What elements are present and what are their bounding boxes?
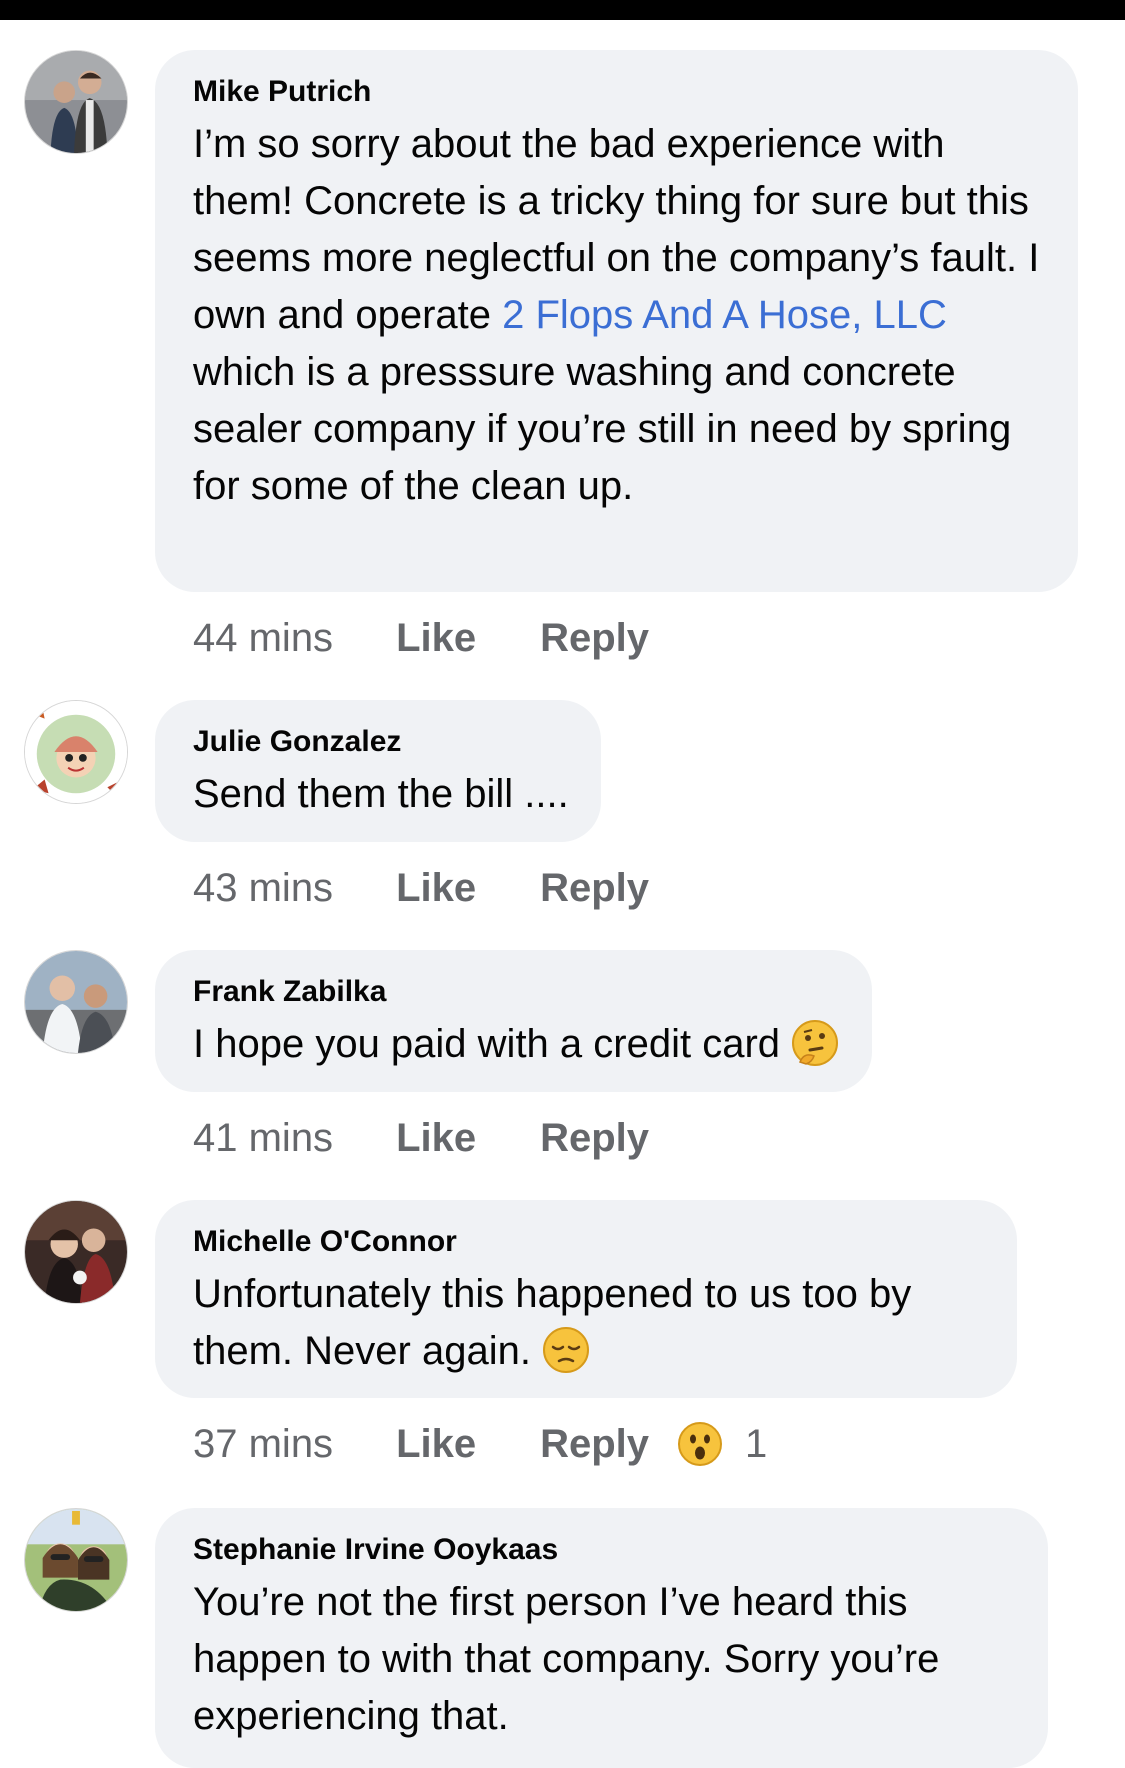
comment-bubble: Stephanie Irvine Ooykaas You’re not the … [155, 1508, 1048, 1768]
comment-bubble: Frank Zabilka I hope you paid with a cre… [155, 950, 873, 1092]
comment-timestamp[interactable]: 43 mins [193, 866, 333, 911]
comment-timestamp[interactable]: 41 mins [193, 1116, 333, 1161]
avatar[interactable] [24, 950, 128, 1054]
thinking-face-emoji [790, 1018, 840, 1068]
comment-actions: 44 mins Like Reply [193, 608, 649, 668]
reply-button[interactable]: Reply [540, 1116, 649, 1161]
comment-actions: 43 mins Like Reply [193, 858, 649, 918]
avatar[interactable] [24, 1200, 128, 1304]
comment-text: I hope you paid with a credit card [193, 1016, 840, 1073]
reply-button[interactable]: Reply [540, 866, 649, 911]
comment-text: Send them the bill .... [193, 772, 569, 816]
like-button[interactable]: Like [396, 866, 476, 911]
comment-text: I’m so sorry about the bad experience wi… [193, 116, 1046, 515]
comment-text: Unfortunately this happened to us too by… [193, 1266, 985, 1380]
comment-bubble: Mike Putrich I’m so sorry about the bad … [155, 50, 1078, 592]
page-link[interactable]: 2 Flops And A Hose, LLC [502, 293, 947, 337]
avatar[interactable] [24, 1508, 128, 1612]
wow-reaction-icon [678, 1422, 723, 1466]
comment-author[interactable]: Mike Putrich [193, 72, 1046, 112]
comment-actions: 41 mins Like Reply [193, 1108, 649, 1168]
comment-timestamp[interactable]: 44 mins [193, 616, 333, 661]
comment-author[interactable]: Stephanie Irvine Ooykaas [193, 1530, 1016, 1570]
comment-bubble: Julie Gonzalez Send them the bill .... [155, 700, 601, 842]
like-button[interactable]: Like [396, 1116, 476, 1161]
comment-actions: 37 mins Like Reply 1 [193, 1414, 767, 1474]
comment-timestamp[interactable]: 37 mins [193, 1422, 333, 1467]
comment-author[interactable]: Julie Gonzalez [193, 722, 569, 762]
reply-button[interactable]: Reply [540, 616, 649, 661]
comment-author[interactable]: Frank Zabilka [193, 972, 840, 1012]
comment-bubble: Michelle O'Connor Unfortunately this hap… [155, 1200, 1017, 1398]
comment-text-part: which is a presssure washing and concret… [193, 350, 1012, 508]
pensive-face-emoji [541, 1325, 591, 1375]
reply-button[interactable]: Reply [540, 1422, 649, 1467]
avatar[interactable] [24, 700, 128, 804]
like-button[interactable]: Like [396, 1422, 476, 1467]
like-button[interactable]: Like [396, 616, 476, 661]
comment-text-part: I hope you paid with a credit card [193, 1022, 781, 1066]
comment-text: You’re not the first person I’ve heard t… [193, 1580, 940, 1738]
comment-author[interactable]: Michelle O'Connor [193, 1222, 985, 1262]
reaction-count: 1 [745, 1421, 768, 1466]
status-bar [0, 0, 1125, 20]
avatar[interactable] [24, 50, 128, 154]
reaction-summary[interactable]: 1 [677, 1421, 767, 1467]
